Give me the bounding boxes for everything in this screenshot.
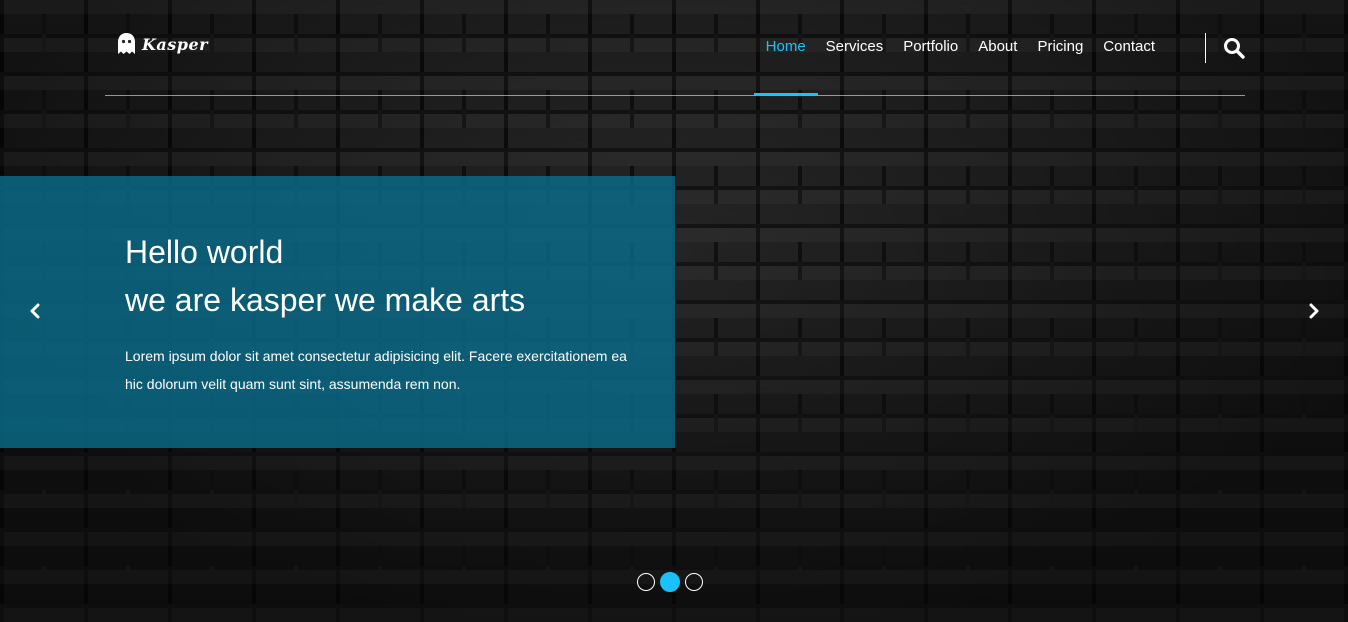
main-nav: Home Services Portfolio About Pricing Co… [753, 37, 1165, 95]
nav-item-home[interactable]: Home [753, 37, 818, 95]
slide-title-line2: we are kasper we make arts [125, 282, 526, 318]
search-icon[interactable] [1223, 37, 1245, 59]
nav-item-contact[interactable]: Contact [1093, 37, 1165, 57]
logo-text: Kasper [142, 34, 209, 54]
chevron-left-icon[interactable] [25, 301, 45, 321]
nav-item-portfolio[interactable]: Portfolio [893, 37, 968, 57]
slider-bullets [637, 572, 703, 592]
nav-item-about[interactable]: About [968, 37, 1027, 57]
logo[interactable]: Kasper [117, 33, 208, 55]
slider-bullet-3[interactable] [685, 573, 703, 591]
nav-item-services[interactable]: Services [816, 37, 894, 57]
slider-bullet-1[interactable] [637, 573, 655, 591]
slide-text: Lorem ipsum dolor sit amet consectetur a… [125, 348, 627, 392]
site-header: Kasper Home Services Portfolio About Pri… [105, 0, 1245, 96]
hero-section: Kasper Home Services Portfolio About Pri… [0, 0, 1348, 622]
nav-divider [1205, 33, 1206, 63]
slide-title: Hello world we are kasper we make arts [125, 228, 525, 324]
nav-item-pricing[interactable]: Pricing [1027, 37, 1093, 57]
slide-title-line1: Hello world [125, 234, 284, 270]
slider-bullet-2[interactable] [660, 572, 680, 592]
chevron-right-icon[interactable] [1304, 301, 1324, 321]
ghost-icon [117, 33, 136, 55]
